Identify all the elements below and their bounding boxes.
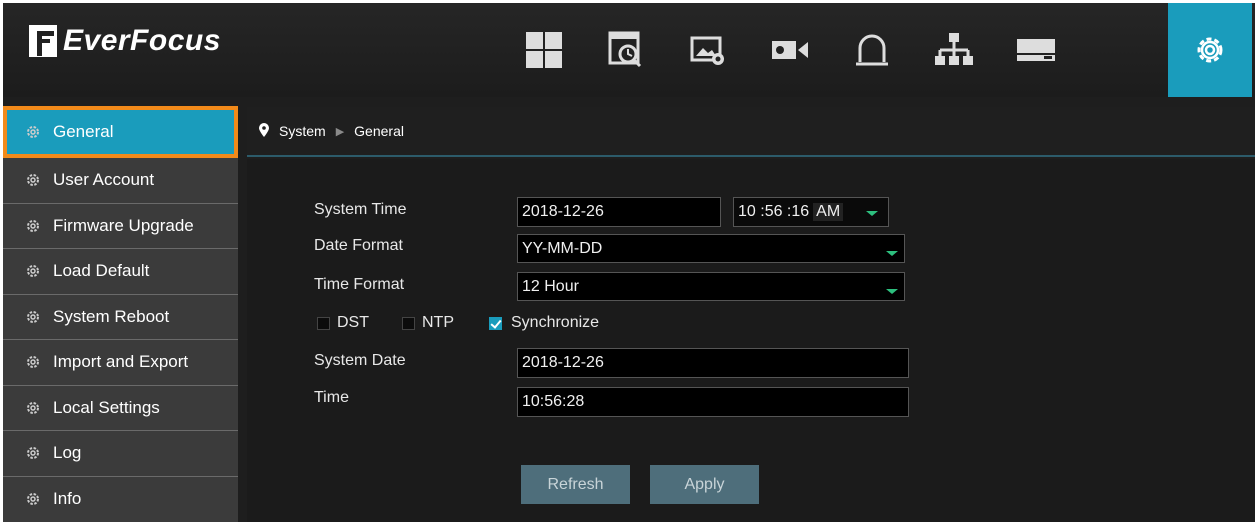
- time-format-select[interactable]: 12 Hour: [517, 272, 905, 301]
- sidebar-item-label: Local Settings: [53, 397, 160, 417]
- gear-icon: [25, 309, 41, 325]
- storage-icon[interactable]: [995, 3, 1077, 97]
- sidebar-item-label: User Account: [53, 170, 155, 190]
- sidebar-item-user-account[interactable]: User Account: [3, 158, 238, 204]
- camera-icon[interactable]: [749, 3, 831, 97]
- alarm-icon[interactable]: [831, 3, 913, 97]
- sidebar-item-label: Firmware Upgrade: [53, 215, 194, 235]
- synchronize-checkbox[interactable]: [489, 317, 502, 330]
- system-time-clock-value: 10 :56 :16: [738, 203, 810, 220]
- sidebar-item-label: Import and Export: [53, 352, 189, 372]
- live-view-grid-icon[interactable]: [503, 3, 585, 97]
- date-format-select[interactable]: YY-MM-DD: [517, 234, 905, 263]
- time-format-value: 12 Hour: [522, 277, 579, 295]
- dst-checkbox[interactable]: [317, 317, 330, 330]
- top-header: EverFocus: [3, 3, 1255, 97]
- system-date-value: 2018-12-26: [522, 354, 604, 371]
- system-time-date-input[interactable]: 2018-12-26: [517, 197, 721, 227]
- sidebar-item-local-settings[interactable]: Local Settings: [3, 386, 238, 431]
- sidebar-item-label: Load Default: [53, 261, 150, 281]
- ntp-label: NTP: [422, 314, 454, 331]
- time-label: Time: [314, 389, 349, 406]
- gear-icon: [25, 491, 41, 507]
- sidebar: General User Account Firmware Upgrade Lo…: [3, 106, 238, 522]
- sidebar-item-label: System Reboot: [53, 306, 170, 326]
- dst-label: DST: [337, 314, 369, 331]
- sidebar-item-log[interactable]: Log: [3, 431, 238, 477]
- breadcrumb-current: General: [354, 123, 404, 139]
- breadcrumb: System ▶ General: [247, 107, 1255, 157]
- sidebar-item-import-export[interactable]: Import and Export: [3, 340, 238, 386]
- everfocus-logo: EverFocus: [29, 21, 221, 61]
- refresh-button[interactable]: Refresh: [521, 465, 630, 504]
- ampm-dropdown-arrow-icon: [866, 211, 878, 216]
- breadcrumb-chevron-icon: ▶: [335, 125, 345, 138]
- system-time-label: System Time: [314, 201, 407, 218]
- ampm-select[interactable]: AM: [813, 203, 844, 221]
- sidebar-item-system-reboot[interactable]: System Reboot: [3, 295, 238, 340]
- time-format-label: Time Format: [314, 276, 405, 293]
- gear-icon: [25, 445, 41, 461]
- gear-icon: [25, 263, 41, 279]
- logo-text: EverFocus: [63, 24, 221, 57]
- time-field: 10:56:28: [517, 387, 909, 417]
- time-value: 10:56:28: [522, 393, 585, 410]
- network-icon[interactable]: [913, 3, 995, 97]
- ntp-checkbox[interactable]: [402, 317, 415, 330]
- gear-icon: [25, 400, 41, 416]
- main-toolbar: [503, 3, 1252, 97]
- app-window: EverFocus General User Account Firmware …: [3, 3, 1255, 522]
- date-format-label: Date Format: [314, 237, 403, 254]
- apply-button[interactable]: Apply: [650, 465, 759, 504]
- system-date-label: System Date: [314, 352, 406, 369]
- settings-gear-icon[interactable]: [1168, 3, 1252, 97]
- image-settings-icon[interactable]: [667, 3, 749, 97]
- sidebar-item-label: Info: [53, 489, 82, 509]
- date-format-value: YY-MM-DD: [522, 239, 603, 257]
- sidebar-item-label: Log: [53, 443, 82, 463]
- sidebar-item-firmware-upgrade[interactable]: Firmware Upgrade: [3, 204, 238, 249]
- dropdown-arrow-icon: [886, 289, 898, 294]
- location-pin-icon: [259, 122, 269, 140]
- system-date-field: 2018-12-26: [517, 348, 909, 378]
- breadcrumb-root[interactable]: System: [279, 123, 326, 139]
- system-time-clock-input[interactable]: 10 :56 :16 AM: [733, 197, 889, 227]
- gear-icon: [25, 218, 41, 234]
- system-time-date-value: 2018-12-26: [522, 203, 604, 220]
- sidebar-item-info[interactable]: Info: [3, 477, 238, 522]
- gear-icon: [25, 124, 41, 140]
- gear-icon: [25, 354, 41, 370]
- gear-icon: [25, 172, 41, 188]
- sidebar-item-load-default[interactable]: Load Default: [3, 249, 238, 295]
- dropdown-arrow-icon: [886, 251, 898, 256]
- sidebar-item-label: General: [53, 122, 114, 141]
- logo-mark-icon: [29, 25, 57, 57]
- sidebar-item-general[interactable]: General: [3, 106, 238, 158]
- synchronize-label: Synchronize: [511, 314, 600, 331]
- general-settings-panel: System Time 2018-12-26 10 :56 :16 AM Dat…: [247, 159, 1255, 522]
- playback-icon[interactable]: [585, 3, 667, 97]
